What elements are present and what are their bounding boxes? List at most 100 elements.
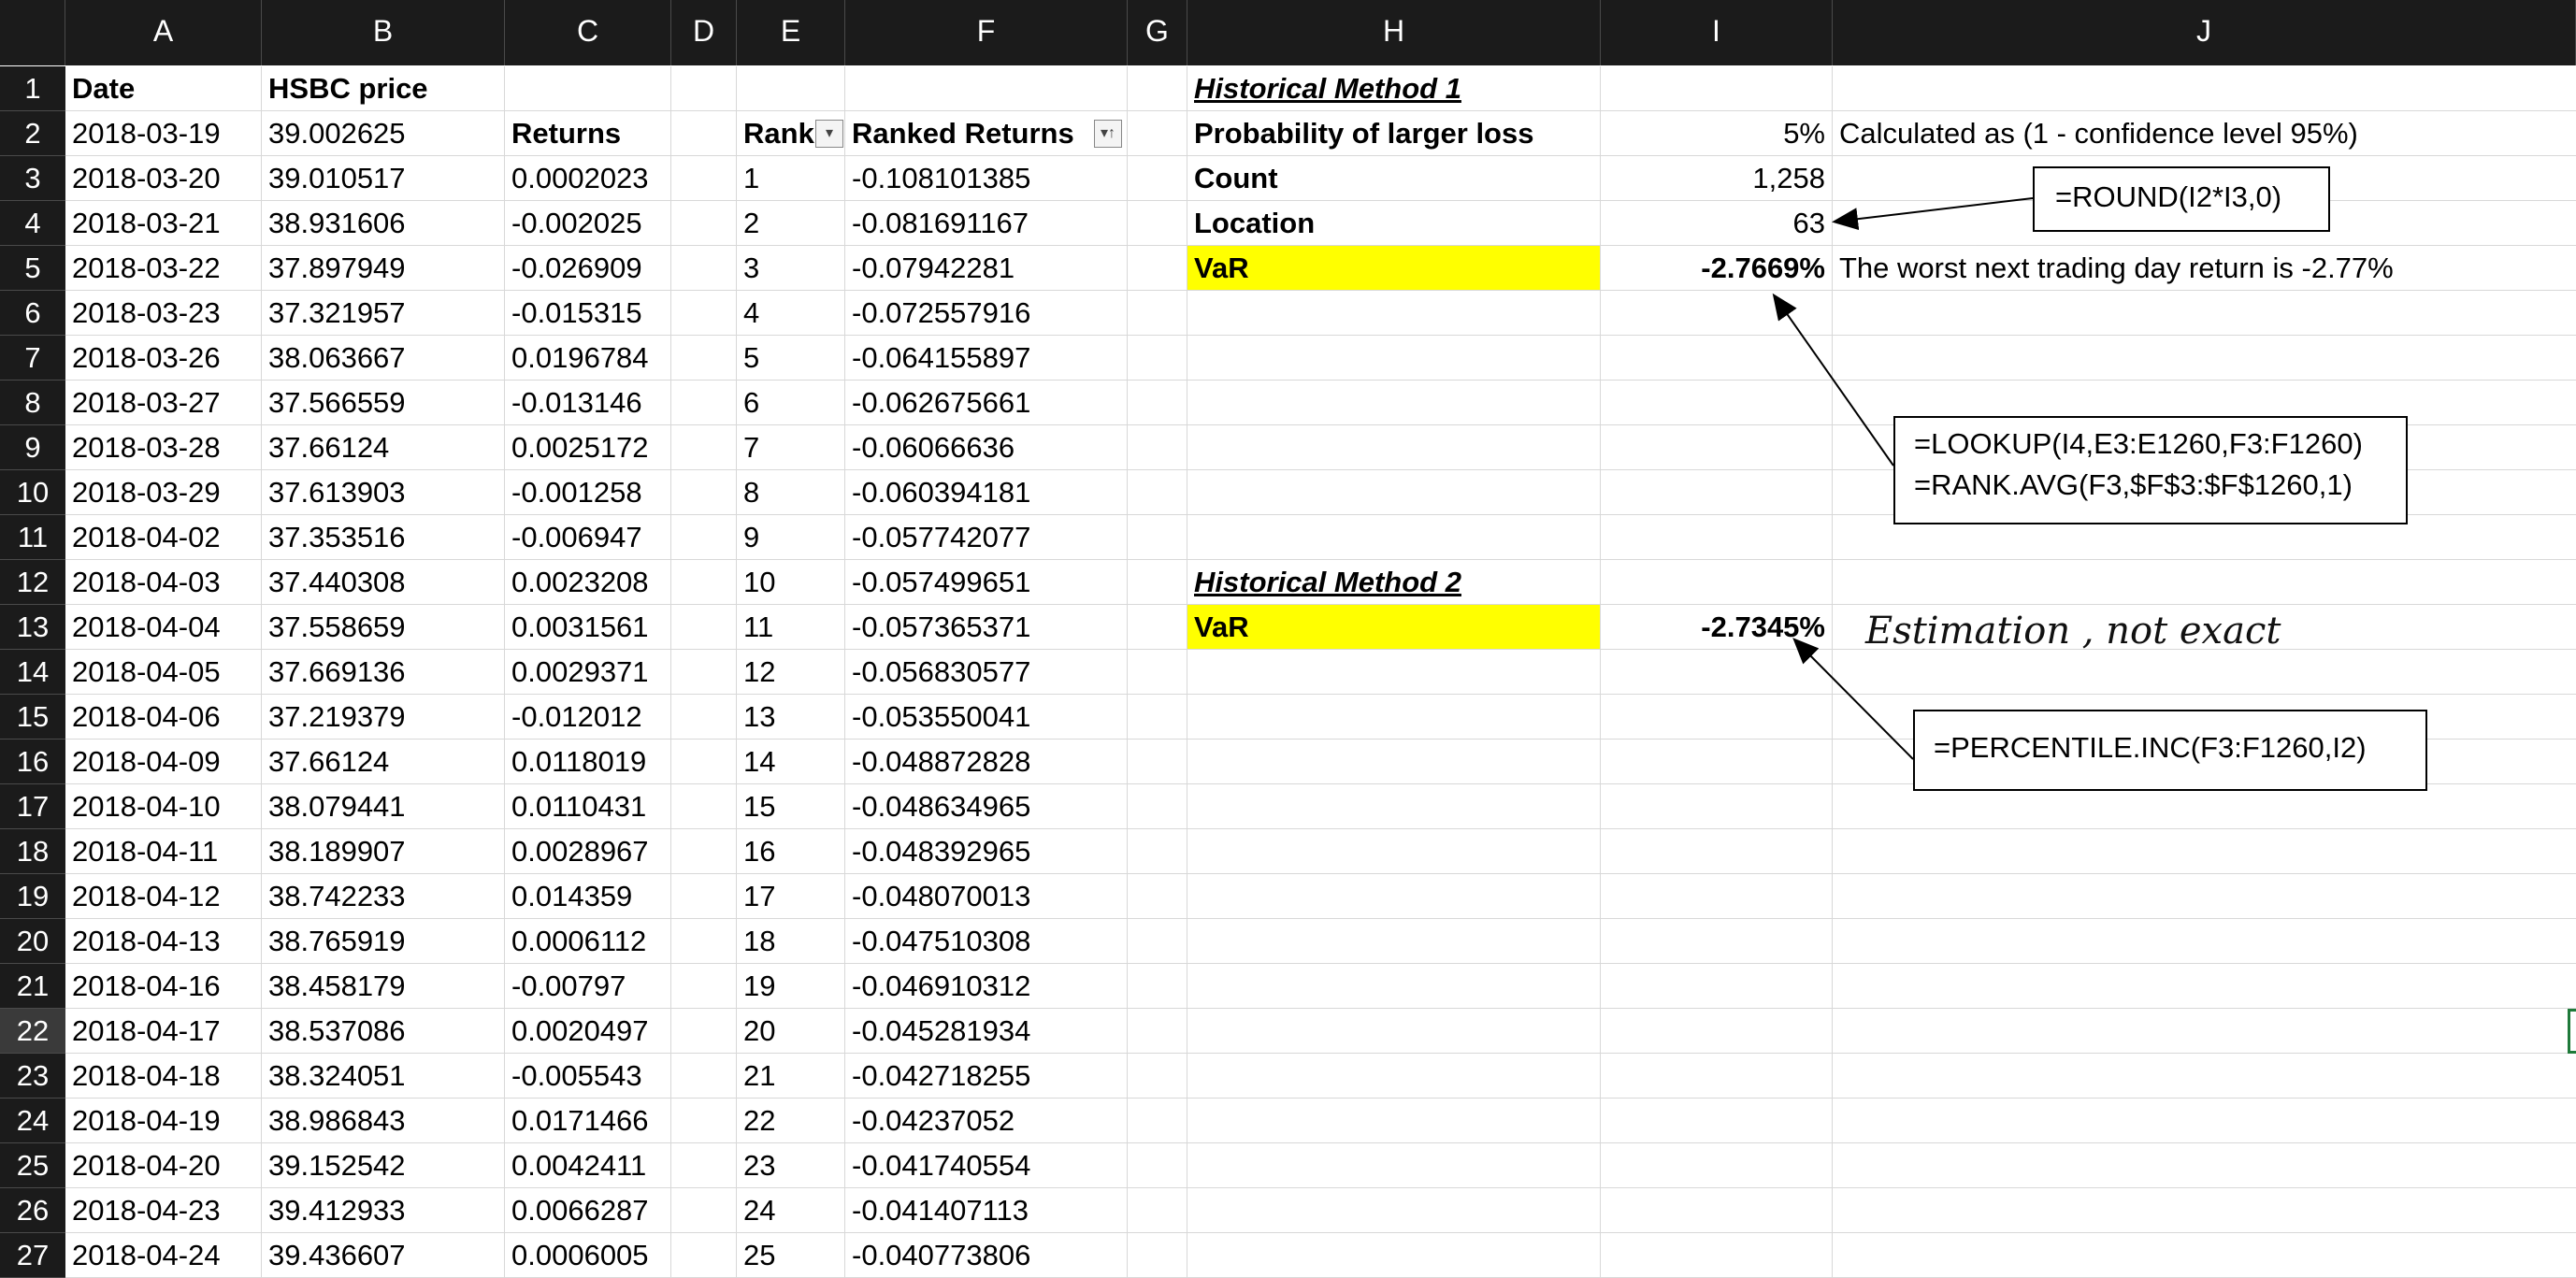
row-header-13[interactable]: 13: [0, 605, 65, 650]
cell-bg[interactable]: [1128, 964, 1187, 1009]
ranked-return-cell[interactable]: -0.041407113: [845, 1188, 1128, 1233]
rank-cell[interactable]: 18: [737, 919, 845, 964]
ranked-return-cell[interactable]: -0.047510308: [845, 919, 1128, 964]
price-cell[interactable]: 38.079441: [262, 784, 505, 829]
cell-bg[interactable]: [671, 1054, 737, 1099]
ranked-return-cell[interactable]: -0.048872828: [845, 740, 1128, 784]
cell-bg[interactable]: [1128, 740, 1187, 784]
cell-bg[interactable]: [1833, 964, 2576, 1009]
price-cell[interactable]: 37.66124: [262, 740, 505, 784]
cell-bg[interactable]: [671, 246, 737, 291]
rank-cell[interactable]: 13: [737, 695, 845, 740]
cell-bg[interactable]: [1128, 381, 1187, 425]
cell-bg[interactable]: [671, 560, 737, 605]
rank-cell[interactable]: 20: [737, 1009, 845, 1054]
ranked-return-cell[interactable]: -0.04237052: [845, 1099, 1128, 1143]
count-value[interactable]: 1,258: [1601, 156, 1833, 201]
rank-cell[interactable]: 17: [737, 874, 845, 919]
ranked-return-cell[interactable]: -0.057365371: [845, 605, 1128, 650]
sort-ascending-icon[interactable]: ▾↑: [1094, 120, 1122, 148]
col-header-j[interactable]: J: [1833, 0, 2576, 65]
row-header-14[interactable]: 14: [0, 650, 65, 695]
prob-larger-loss-value[interactable]: 5%: [1601, 111, 1833, 156]
rank-cell[interactable]: 16: [737, 829, 845, 874]
row-header-10[interactable]: 10: [0, 470, 65, 515]
ranked-return-cell[interactable]: -0.062675661: [845, 381, 1128, 425]
date-cell[interactable]: 2018-04-19: [65, 1099, 262, 1143]
return-cell[interactable]: -0.026909: [505, 246, 671, 291]
cell-bg[interactable]: [1187, 784, 1601, 829]
date-cell[interactable]: 2018-04-09: [65, 740, 262, 784]
row-header-17[interactable]: 17: [0, 784, 65, 829]
row-header-4[interactable]: 4: [0, 201, 65, 246]
cell-bg[interactable]: [1601, 1143, 1833, 1188]
cell-bg[interactable]: [1128, 829, 1187, 874]
date-cell[interactable]: 2018-04-10: [65, 784, 262, 829]
row-header-3[interactable]: 3: [0, 156, 65, 201]
cell-bg[interactable]: [1187, 381, 1601, 425]
rank-cell[interactable]: 4: [737, 291, 845, 336]
cell-bg[interactable]: [671, 964, 737, 1009]
row-header-20[interactable]: 20: [0, 919, 65, 964]
cell-bg[interactable]: [1833, 919, 2576, 964]
return-cell[interactable]: 0.0029371: [505, 650, 671, 695]
cell-bg[interactable]: [671, 66, 737, 111]
cell-bg[interactable]: [1833, 1054, 2576, 1099]
cell-bg[interactable]: [505, 66, 671, 111]
ranked-return-cell[interactable]: -0.064155897: [845, 336, 1128, 381]
cell-bg[interactable]: [1187, 1099, 1601, 1143]
method2-title[interactable]: Historical Method 2: [1187, 560, 1601, 605]
rank-cell[interactable]: 24: [737, 1188, 845, 1233]
cell-bg[interactable]: [1128, 560, 1187, 605]
return-cell[interactable]: -0.005543: [505, 1054, 671, 1099]
date-cell[interactable]: 2018-04-04: [65, 605, 262, 650]
cell-bg[interactable]: [1833, 1009, 2576, 1054]
cell-bg[interactable]: [1601, 1099, 1833, 1143]
cell-bg[interactable]: [1601, 515, 1833, 560]
date-cell[interactable]: 2018-03-23: [65, 291, 262, 336]
cell-bg[interactable]: [1128, 1009, 1187, 1054]
price-cell[interactable]: 37.613903: [262, 470, 505, 515]
row-header-2[interactable]: 2: [0, 111, 65, 156]
cell-bg[interactable]: [1128, 156, 1187, 201]
count-label[interactable]: Count: [1187, 156, 1601, 201]
price-cell[interactable]: 38.189907: [262, 829, 505, 874]
cell-bg[interactable]: [1833, 829, 2576, 874]
ranked-return-cell[interactable]: -0.048070013: [845, 874, 1128, 919]
cell-bg[interactable]: [671, 829, 737, 874]
rank-cell[interactable]: 22: [737, 1099, 845, 1143]
col-header-g[interactable]: G: [1128, 0, 1187, 65]
cell-bg[interactable]: [1128, 695, 1187, 740]
price-cell[interactable]: 38.765919: [262, 919, 505, 964]
date-cell[interactable]: 2018-04-17: [65, 1009, 262, 1054]
rank-cell[interactable]: 12: [737, 650, 845, 695]
cell-bg[interactable]: [845, 66, 1128, 111]
return-cell[interactable]: 0.0006112: [505, 919, 671, 964]
row-header-9[interactable]: 9: [0, 425, 65, 470]
col-header-b[interactable]: B: [262, 0, 505, 65]
cell-bg[interactable]: [1187, 1233, 1601, 1278]
cell-bg[interactable]: [1601, 291, 1833, 336]
cell-bg[interactable]: [1128, 605, 1187, 650]
cell-bg[interactable]: [671, 381, 737, 425]
cell-bg[interactable]: [1601, 964, 1833, 1009]
cell-bg[interactable]: [671, 1233, 737, 1278]
ranked-return-cell[interactable]: -0.057499651: [845, 560, 1128, 605]
cell-bg[interactable]: [1187, 829, 1601, 874]
price-cell[interactable]: 37.353516: [262, 515, 505, 560]
col-header-d[interactable]: D: [671, 0, 737, 65]
cell-bg[interactable]: [1128, 874, 1187, 919]
cell-bg[interactable]: [1833, 291, 2576, 336]
row-header-15[interactable]: 15: [0, 695, 65, 740]
date-cell[interactable]: 2018-04-05: [65, 650, 262, 695]
date-cell[interactable]: 2018-04-24: [65, 1233, 262, 1278]
col-header-a[interactable]: A: [65, 0, 262, 65]
row-header-22[interactable]: 22: [0, 1009, 65, 1054]
cell-bg[interactable]: [1601, 919, 1833, 964]
ranked-return-cell[interactable]: -0.045281934: [845, 1009, 1128, 1054]
date-cell[interactable]: 2018-04-13: [65, 919, 262, 964]
cell-bg[interactable]: [671, 695, 737, 740]
cell-bg[interactable]: [1601, 1233, 1833, 1278]
price-cell[interactable]: 38.931606: [262, 201, 505, 246]
cell-bg[interactable]: [1128, 336, 1187, 381]
